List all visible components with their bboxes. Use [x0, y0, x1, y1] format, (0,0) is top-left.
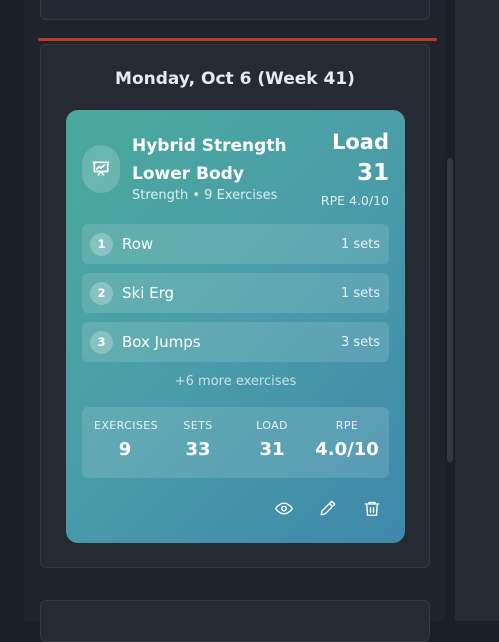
exercise-sets: 1 sets [340, 285, 380, 301]
stat-value: 9 [118, 439, 132, 460]
exercise-number-badge: 1 [90, 232, 113, 256]
stat-value: 4.0/10 [315, 439, 379, 460]
exercise-row[interactable]: 3 Box Jumps 3 sets [82, 322, 389, 362]
exercise-row[interactable]: 1 Row 1 sets [82, 224, 389, 264]
workout-subtitle: Strength • 9 Exercises [132, 188, 278, 203]
exercise-sets: 1 sets [340, 236, 380, 252]
stat-label: LOAD [256, 419, 288, 432]
more-exercises-link[interactable]: +6 more exercises [66, 374, 405, 389]
workout-actions [275, 498, 381, 518]
exercise-sets: 3 sets [340, 334, 380, 350]
exercise-row[interactable]: 2 Ski Erg 1 sets [82, 273, 389, 313]
stat-value: 31 [259, 439, 285, 460]
stat-label: EXERCISES [94, 419, 158, 432]
left-gutter [0, 0, 24, 621]
exercise-list: 1 Row 1 sets 2 Ski Erg 1 sets 3 Box Jump… [82, 224, 389, 371]
stat-label: SETS [183, 419, 213, 432]
exercise-number-badge: 3 [90, 330, 113, 354]
stats-panel: EXERCISES 9 SETS 33 LOAD 31 RPE 4.0/10 [82, 407, 389, 478]
exercise-name: Ski Erg [122, 284, 175, 302]
chart-presentation-icon [82, 145, 120, 193]
workout-title-line2: Lower Body [132, 164, 244, 184]
stat-load: LOAD 31 [242, 419, 302, 460]
eye-icon[interactable] [275, 498, 293, 518]
workout-title: Hybrid Strength Lower Body [132, 132, 302, 188]
load-label: Load [331, 130, 389, 154]
trash-icon[interactable] [363, 498, 381, 518]
exercise-name: Box Jumps [122, 333, 201, 351]
workout-card[interactable]: Hybrid Strength Lower Body Strength • 9 … [66, 110, 405, 543]
scrollbar-thumb[interactable] [447, 158, 453, 462]
stat-value: 33 [185, 439, 211, 460]
day-title: Monday, Oct 6 (Week 41) [115, 69, 355, 89]
next-day-card [40, 600, 430, 642]
pencil-icon[interactable] [319, 498, 337, 518]
day-card: Monday, Oct 6 (Week 41) Hybrid Strength … [40, 44, 430, 568]
stat-rpe: RPE 4.0/10 [312, 419, 382, 460]
stat-sets: SETS 33 [168, 419, 228, 460]
stat-label: RPE [335, 419, 359, 432]
exercise-number-badge: 2 [90, 281, 113, 305]
previous-day-card [40, 0, 430, 20]
workout-title-line1: Hybrid Strength [132, 136, 287, 156]
rpe-value: RPE 4.0/10 [320, 193, 389, 208]
exercise-name: Row [122, 235, 154, 253]
stat-exercises: EXERCISES 9 [94, 419, 158, 460]
current-time-indicator [38, 38, 437, 41]
right-gutter [455, 0, 499, 621]
load-value: 31 [356, 160, 389, 186]
